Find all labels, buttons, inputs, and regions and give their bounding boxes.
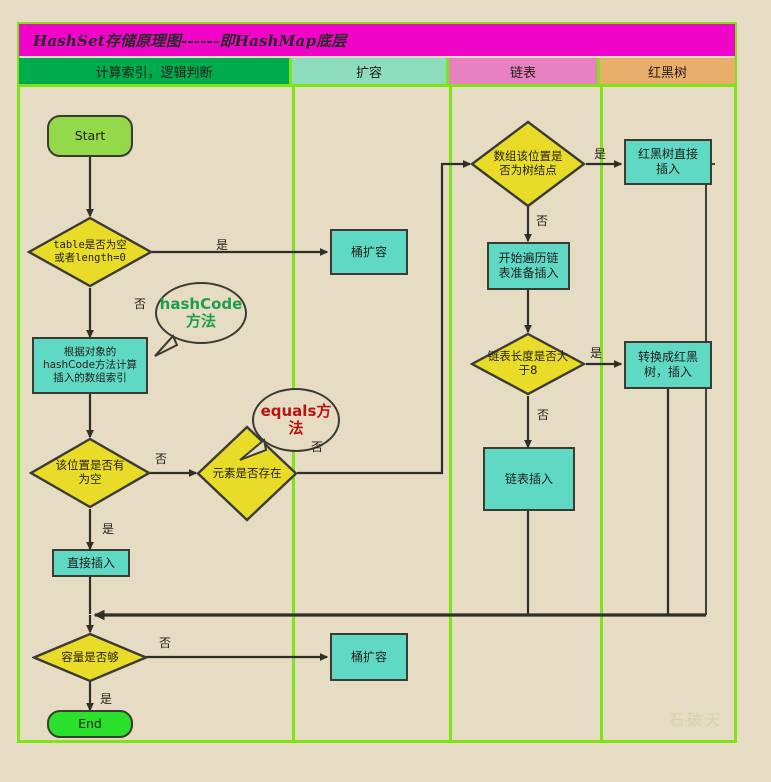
node-convert-to-rbt[interactable]: 转换成红黑 树，插入 xyxy=(624,341,712,389)
diagram-title-bar: HashSet存储原理图------即HashMap底层 xyxy=(19,24,735,56)
edge-label-tree-yes: 是 xyxy=(594,147,607,161)
edge-label-capacity-yes: 是 xyxy=(100,692,113,706)
lane-separator-2 xyxy=(449,87,452,740)
node-list-insert[interactable]: 链表插入 xyxy=(483,447,575,511)
node-bucket-resize-1-label: 桶扩容 xyxy=(350,244,387,259)
node-rbt-direct-insert[interactable]: 红黑树直接 插入 xyxy=(624,139,712,185)
lane-header-resize: 扩容 xyxy=(292,58,449,87)
watermark: 石破天 xyxy=(668,711,723,729)
edge-label-capacity-no: 否 xyxy=(159,636,172,650)
node-start-label: Start xyxy=(74,128,106,144)
callout-tail-icon xyxy=(239,438,268,461)
node-table-empty-label: table是否为空 或者length=0 xyxy=(53,239,127,264)
node-traverse-list[interactable]: 开始遍历链 表准备插入 xyxy=(487,242,570,290)
node-calc-index-label: 根据对象的 hashCode方法计算 插入的数组索引 xyxy=(42,345,138,385)
node-bucket-resize-2[interactable]: 桶扩容 xyxy=(330,633,408,681)
node-bucket-resize-1[interactable]: 桶扩容 xyxy=(330,229,408,275)
node-traverse-list-label: 开始遍历链 表准备插入 xyxy=(498,251,559,280)
lane-header-index-label: 计算索引，逻辑判断 xyxy=(95,65,213,81)
edge-label-table-no: 否 xyxy=(134,297,147,311)
node-end[interactable]: End xyxy=(47,710,133,738)
edge-label-length-no: 否 xyxy=(537,408,550,422)
node-is-tree-node-label: 数组该位置是 否为树结点 xyxy=(493,149,563,177)
callout-hashcode-method: hashCode 方法 xyxy=(154,282,247,357)
node-direct-insert-label: 直接插入 xyxy=(66,555,115,570)
node-convert-to-rbt-label: 转换成红黑 树，插入 xyxy=(637,350,698,379)
node-position-empty-label: 该位置是否有 为空 xyxy=(55,458,125,486)
callout-equals-method-label: equals方 法 xyxy=(260,401,332,437)
node-list-insert-label: 链表插入 xyxy=(504,471,553,486)
lane-header-redblacktree: 红黑树 xyxy=(600,58,735,87)
node-bucket-resize-2-label: 桶扩容 xyxy=(350,649,387,664)
diagram-title: HashSet存储原理图------即HashMap底层 xyxy=(33,31,347,50)
edge-label-position-no: 否 xyxy=(155,452,168,466)
lane-header-redblacktree-label: 红黑树 xyxy=(647,65,687,81)
edge-label-element-no: 否 xyxy=(311,440,324,454)
edge-label-tree-no: 否 xyxy=(536,214,549,228)
callout-equals-method: equals方 法 xyxy=(239,388,340,461)
node-rbt-direct-insert-label: 红黑树直接 插入 xyxy=(637,147,698,176)
lane-header-resize-label: 扩容 xyxy=(355,65,382,81)
node-list-length-gt8-label: 链表长度是否大 于8 xyxy=(487,349,569,377)
diagram-canvas: HashSet存储原理图------即HashMap底层 计算索引，逻辑判断 扩… xyxy=(0,0,771,782)
edge-label-table-yes: 是 xyxy=(216,238,229,252)
lane-header-index: 计算索引，逻辑判断 xyxy=(19,58,292,87)
node-direct-insert[interactable]: 直接插入 xyxy=(52,549,130,577)
node-element-exists-label: 元素是否存在 xyxy=(212,465,282,480)
edge-label-position-yes: 是 xyxy=(102,522,115,536)
callout-tail-icon xyxy=(154,334,179,357)
lane-header-linkedlist-label: 链表 xyxy=(509,65,536,81)
lane-header-linkedlist: 链表 xyxy=(449,58,600,87)
callout-hashcode-method-label: hashCode 方法 xyxy=(159,294,243,330)
node-calc-index[interactable]: 根据对象的 hashCode方法计算 插入的数组索引 xyxy=(32,337,148,394)
node-end-label: End xyxy=(78,716,102,732)
node-capacity-enough-label: 容量是否够 xyxy=(61,649,119,664)
node-is-tree-node[interactable]: 数组该位置是 否为树结点 xyxy=(470,120,586,208)
node-capacity-enough[interactable]: 容量是否够 xyxy=(32,632,148,683)
edge-label-length-yes: 是 xyxy=(590,346,603,360)
node-table-empty[interactable]: table是否为空 或者length=0 xyxy=(27,216,153,288)
node-position-empty[interactable]: 该位置是否有 为空 xyxy=(29,437,151,509)
node-list-length-gt8[interactable]: 链表长度是否大 于8 xyxy=(470,332,586,396)
node-start[interactable]: Start xyxy=(47,115,133,157)
lane-separator-3 xyxy=(600,87,603,740)
